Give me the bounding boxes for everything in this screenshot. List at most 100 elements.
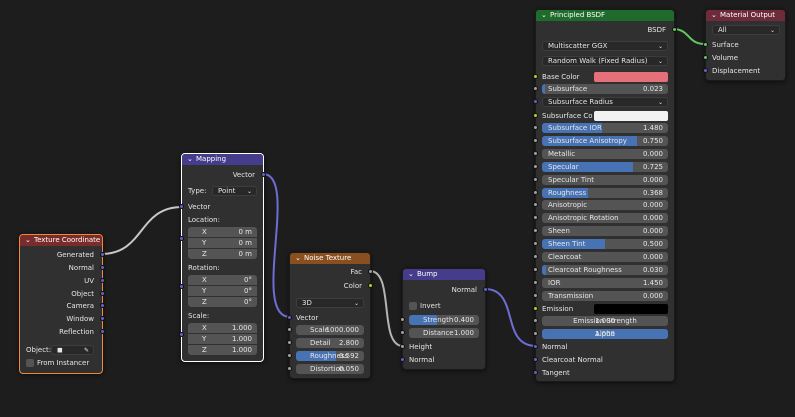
socket-location[interactable] [179,236,184,241]
anisotropic-rotation-field[interactable]: Anisotropic Rotation 0.000 [542,213,668,224]
socket-vector-out[interactable] [261,172,266,177]
socket-subsurface-radius[interactable] [533,99,538,104]
sheen-tint-field[interactable]: Sheen Tint 0.500 [542,239,668,250]
distortion-field[interactable]: Distortion 0.050 [296,364,364,374]
location-x-field[interactable]: X0 m [188,227,257,237]
scale-x-field[interactable]: X 1.000 [188,323,257,333]
collapse-chevron-icon[interactable]: ⌄ [25,235,31,246]
socket-clearcoat[interactable] [533,254,538,259]
socket-object[interactable] [100,291,105,296]
socket-alpha[interactable] [533,331,538,336]
socket-sheen[interactable] [533,228,538,234]
scale-z-field[interactable]: Z 1.000 [188,345,257,355]
node-header[interactable]: ⌄ Principled BSDF [536,10,674,21]
socket-anisotropic-rotation[interactable] [533,215,538,221]
socket-normal[interactable] [533,344,538,349]
socket-height[interactable] [400,344,405,349]
material-output-node[interactable]: ⌄ Material Output All ⌄ Surface Volume D… [703,9,786,81]
location-y-field[interactable]: Y0 m [188,238,257,248]
type-dropdown[interactable]: Point ⌄ [212,186,257,196]
socket-emission-strength[interactable] [533,318,538,323]
socket-subsurface-color[interactable] [533,113,538,118]
scale-field[interactable]: Scale 1000.000 [296,325,364,335]
texture-coordinate-node[interactable]: ⌄ Texture Coordinate Generated Normal UV… [19,234,105,374]
from-instancer-checkbox[interactable] [26,359,34,367]
socket-scale[interactable] [179,332,184,337]
clearcoat-roughness-field[interactable]: Clearcoat Roughness 0.030 [542,264,668,275]
roughness-field[interactable]: Roughness 0.368 [542,187,668,198]
mapping-node[interactable]: ⌄ Mapping Vector Type: Point ⌄ Vector Lo… [179,153,266,362]
collapse-chevron-icon[interactable]: ⌄ [711,10,717,21]
specular-tint-field[interactable]: Specular Tint 0.000 [542,174,668,185]
socket-distortion[interactable] [287,366,292,371]
node-header[interactable]: ⌄ Material Output [706,10,785,21]
socket-fac[interactable] [368,269,373,274]
subsurface-color-swatch[interactable] [594,111,668,121]
socket-vector-in[interactable] [179,204,184,209]
socket-vector-in[interactable] [287,315,292,320]
transmission-field[interactable]: Transmission 0.000 [542,290,668,301]
ior-field[interactable]: IOR 1.450 [542,277,668,288]
distance-field[interactable]: Distance 1.000 [409,328,479,338]
noise-texture-node[interactable]: ⌄ Noise Texture Fac Color 3D ⌄ Vector Sc… [287,252,373,379]
socket-volume[interactable] [703,55,708,60]
alpha-field[interactable]: Alpha 1.000 [542,329,668,339]
node-header[interactable]: ⌄ Noise Texture [290,253,370,264]
socket-roughness[interactable] [533,189,538,195]
socket-anisotropic[interactable] [533,202,538,208]
socket-bsdf[interactable] [672,27,677,32]
socket-generated[interactable] [100,252,105,257]
rotation-x-field[interactable]: X 0° [188,275,257,285]
socket-uv[interactable] [100,278,105,283]
socket-ior[interactable] [533,279,538,285]
node-editor[interactable]: ⌄ Texture Coordinate Generated Normal UV… [0,0,795,417]
socket-base-color[interactable] [533,74,538,79]
socket-detail[interactable] [287,340,292,345]
socket-camera[interactable] [100,303,105,308]
socket-clearcoat-roughness[interactable] [533,266,538,272]
socket-normal-out[interactable] [483,287,488,292]
socket-color[interactable] [368,283,373,288]
socket-tangent[interactable] [533,370,538,375]
socket-subsurface-anisotropy[interactable] [533,137,538,143]
socket-subsurface[interactable] [533,86,538,91]
metallic-field[interactable]: Metallic 0.000 [542,148,668,159]
subsurface-field[interactable]: Subsurface 0.023 [542,84,668,94]
node-header[interactable]: ⌄ Mapping [182,154,263,165]
detail-field[interactable]: Detail 2.800 [296,338,364,348]
collapse-chevron-icon[interactable]: ⌄ [295,253,301,264]
socket-clearcoat-normal[interactable] [533,357,538,362]
emission-swatch[interactable] [594,304,668,314]
collapse-chevron-icon[interactable]: ⌄ [408,269,414,280]
socket-rotation[interactable] [179,284,184,289]
socket-window[interactable] [100,316,105,321]
subsurface-anisotropy-field[interactable]: Subsurface Anisotropy 0.750 [542,135,668,146]
specular-field[interactable]: Specular 0.725 [542,161,668,172]
strength-field[interactable]: Strength 0.400 [409,315,479,325]
socket-subsurface-ior[interactable] [533,125,538,130]
rotation-z-field[interactable]: Z 0° [188,297,257,307]
subsurface-radius-dropdown[interactable]: Subsurface Radius ⌄ [542,97,668,107]
subsurface-method-dropdown[interactable]: Random Walk (Fixed Radius) ⌄ [542,56,668,66]
sheen-field[interactable]: Sheen 0.000 [542,226,668,237]
dimensions-dropdown[interactable]: 3D ⌄ [296,298,364,308]
base-color-swatch[interactable] [594,72,668,82]
socket-sheen-tint[interactable] [533,241,538,247]
node-header[interactable]: ⌄ Bump [403,269,485,280]
scale-y-field[interactable]: Y 1.000 [188,334,257,344]
socket-displacement[interactable] [703,68,708,73]
socket-reflection[interactable] [100,329,105,334]
socket-specular[interactable] [533,163,538,169]
socket-emission[interactable] [533,306,538,311]
socket-surface[interactable] [703,42,708,47]
socket-specular-tint[interactable] [533,176,538,182]
distribution-dropdown[interactable]: Multiscatter GGX ⌄ [542,41,668,51]
socket-transmission[interactable] [533,292,538,298]
socket-scale[interactable] [287,327,292,332]
socket-normal-in[interactable] [400,357,405,362]
socket-strength[interactable] [400,317,405,322]
bump-node[interactable]: ⌄ Bump Normal Invert Strength 0.400 Distan… [400,268,488,370]
location-z-field[interactable]: Z0 m [188,249,257,259]
roughness-field[interactable]: Roughness 0.592 [296,351,364,361]
principled-bsdf-node[interactable]: ⌄ Principled BSDF BSDF Multiscatter GGX … [533,9,677,382]
